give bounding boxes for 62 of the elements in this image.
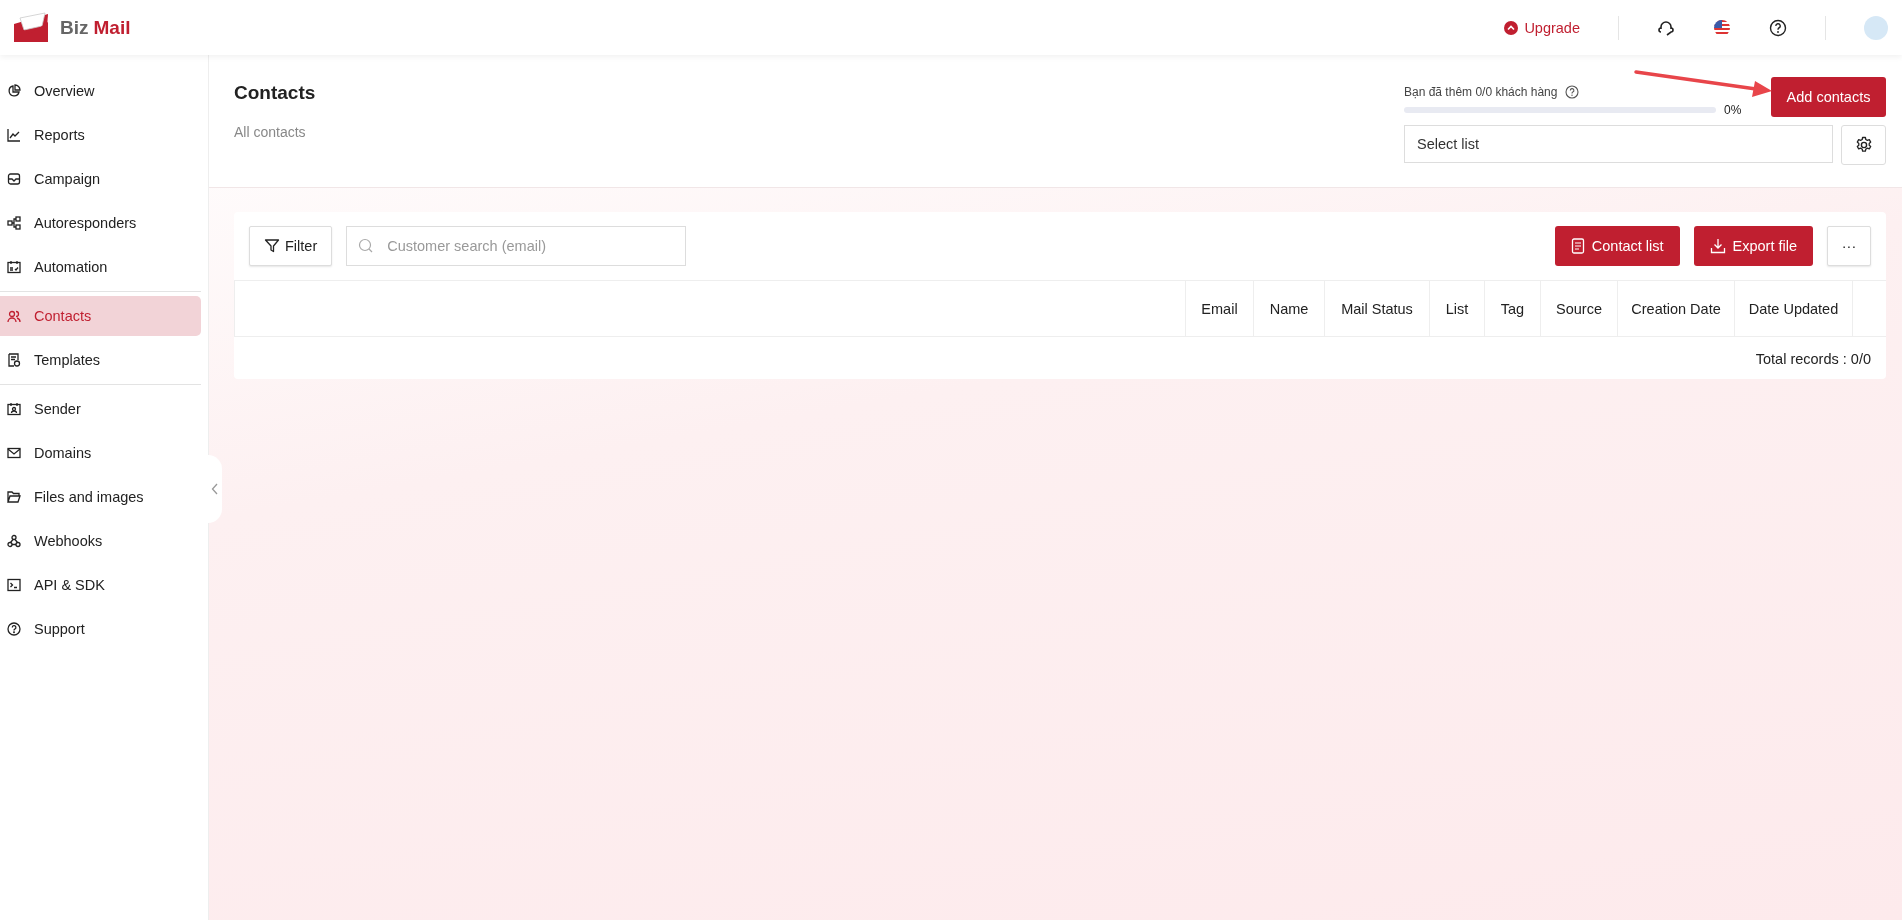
column-header: Tag	[1484, 281, 1540, 336]
envelope-icon	[7, 446, 21, 460]
sidebar-item[interactable]: Webhooks	[0, 521, 201, 561]
headset-icon[interactable]	[1657, 18, 1675, 37]
people-icon	[7, 309, 21, 323]
sidebar-item[interactable]: Campaign	[0, 159, 201, 199]
help-icon[interactable]	[1769, 18, 1787, 37]
settings-icon	[1854, 136, 1873, 154]
help-icon[interactable]	[1565, 85, 1580, 99]
sidebar-item[interactable]: Overview	[0, 71, 201, 111]
document-icon	[7, 353, 21, 367]
sidebar-item[interactable]: Domains	[0, 433, 201, 473]
breadcrumb: All contacts	[234, 124, 307, 140]
collapse-handle[interactable]	[208, 455, 222, 523]
sidebar-item[interactable]: Automation	[0, 247, 201, 287]
column-header: List	[1429, 281, 1484, 336]
total-records: Total records : 0/0	[1755, 351, 1871, 367]
brand-name: Mail	[93, 16, 131, 39]
inbox-icon	[7, 172, 21, 186]
export-file-button[interactable]: Export file	[1693, 226, 1813, 266]
chevron-left-icon	[211, 483, 219, 495]
folder-icon	[7, 490, 21, 504]
more-button[interactable]: ···	[1827, 226, 1871, 266]
column-header: Creation Date	[1617, 281, 1734, 336]
funnel-icon	[264, 238, 280, 254]
progress-reading: 0%	[1724, 103, 1742, 117]
column-header: Name	[1253, 281, 1324, 336]
terminal-icon	[7, 578, 21, 592]
column-header: Source	[1540, 281, 1617, 336]
document-icon	[1570, 238, 1585, 254]
sidebar-item[interactable]: Contacts	[0, 296, 201, 336]
pie-chart-icon	[7, 84, 21, 98]
sidebar-item[interactable]: Files and images	[0, 477, 201, 517]
add-contacts-button[interactable]: Add contacts	[1771, 77, 1886, 117]
calendar-icon	[7, 260, 21, 274]
sidebar-item[interactable]: Support	[0, 609, 201, 649]
column-header: Mail Status	[1324, 281, 1429, 336]
sidebar-item[interactable]: Reports	[0, 115, 201, 155]
settings-button[interactable]	[1841, 125, 1886, 165]
help-icon	[7, 622, 21, 636]
line-chart-icon	[7, 128, 21, 142]
select-list-field[interactable]: Select list	[1404, 125, 1833, 163]
chevron-up-icon	[1504, 20, 1519, 35]
download-icon	[1709, 238, 1726, 254]
envelope-logo-icon	[12, 11, 50, 44]
webhook-icon	[7, 534, 21, 548]
id-card-icon	[7, 402, 21, 416]
column-header: Email	[1185, 281, 1253, 336]
sidebar-item[interactable]: Sender	[0, 389, 201, 429]
brand-name: Biz	[60, 16, 89, 39]
quota-text: Bạn đã thêm 0/0 khách hàng	[1404, 85, 1558, 99]
flow-icon	[7, 216, 21, 230]
column-header: Date Updated	[1734, 281, 1852, 336]
page-title: Contacts	[234, 82, 316, 104]
sidebar-item[interactable]: Autoresponders	[0, 203, 201, 243]
search-field[interactable]: Customer search (email)	[346, 226, 687, 266]
filter-button[interactable]: Filter	[249, 226, 333, 266]
sidebar-item[interactable]: API & SDK	[0, 565, 201, 605]
flag-icon[interactable]	[1713, 18, 1731, 37]
sidebar-item[interactable]: Templates	[0, 340, 201, 380]
contact-list-button[interactable]: Contact list	[1554, 226, 1680, 266]
upgrade-link[interactable]: Upgrade	[1504, 19, 1580, 36]
